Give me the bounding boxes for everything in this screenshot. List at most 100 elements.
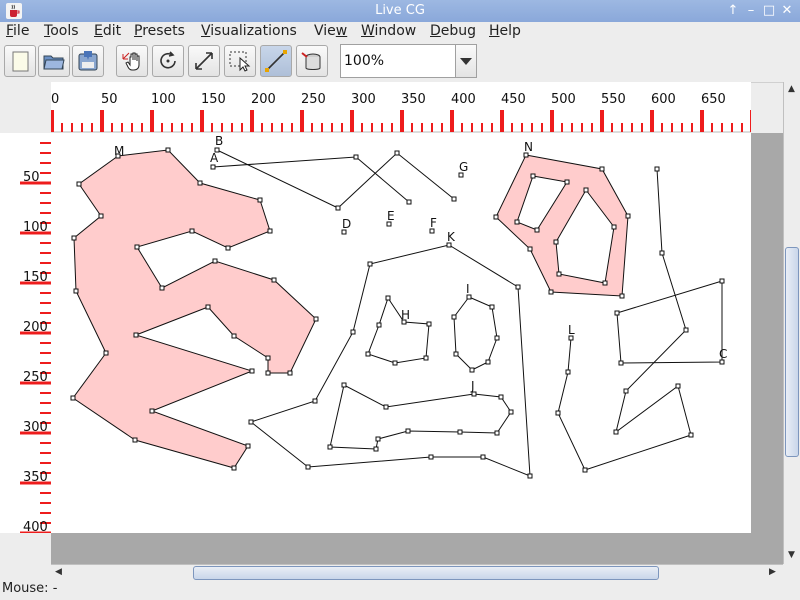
scroll-right-icon[interactable]: ▶ [769, 567, 776, 577]
vertex-handle[interactable] [365, 351, 371, 357]
vertex-handle[interactable] [619, 293, 625, 299]
vertex-handle[interactable] [248, 419, 254, 425]
polygon-M[interactable] [72, 149, 317, 469]
vertex-handle[interactable] [688, 432, 694, 438]
vertex-handle[interactable] [249, 368, 255, 374]
vertex-handle[interactable] [132, 437, 138, 443]
vertex-handle[interactable] [376, 322, 382, 328]
vertex-handle[interactable] [245, 443, 251, 449]
vertex-handle[interactable] [265, 355, 271, 361]
vertex-handle[interactable] [257, 197, 263, 203]
up-arrow-icon[interactable]: ↑ [725, 3, 741, 19]
vertex-handle[interactable] [287, 370, 293, 376]
vertex-handle[interactable] [555, 410, 561, 416]
scroll-up-icon[interactable]: ▲ [788, 84, 795, 94]
vertex-handle[interactable] [231, 465, 237, 471]
vertex-handle[interactable] [350, 329, 356, 335]
vertex-handle[interactable] [312, 398, 318, 404]
vertex-handle[interactable] [602, 280, 608, 286]
vertex-handle[interactable] [212, 258, 218, 264]
menu-file[interactable]: File [6, 23, 29, 39]
vertex-handle[interactable] [406, 199, 412, 205]
zoom-combobox[interactable]: 100% [340, 44, 477, 78]
vertex-handle[interactable] [335, 205, 341, 211]
vertex-handle[interactable] [564, 179, 570, 185]
vertex-handle[interactable] [373, 446, 379, 452]
vertex-handle[interactable] [392, 360, 398, 366]
vertex-handle[interactable] [625, 213, 631, 219]
vertex-handle[interactable] [165, 147, 171, 153]
vertex-handle[interactable] [508, 409, 514, 415]
polyline-H[interactable] [367, 297, 430, 364]
vertex-handle[interactable] [231, 333, 237, 339]
polygon-N[interactable] [495, 154, 629, 297]
maximize-icon[interactable]: □ [761, 3, 777, 19]
vertical-scrollbar[interactable]: ▲ ▼ [783, 82, 800, 564]
vertex-handle[interactable] [189, 228, 195, 234]
vertex-handle[interactable] [582, 467, 588, 473]
vertex-handle[interactable] [675, 383, 681, 389]
menu-tools[interactable]: Tools [44, 23, 79, 39]
vertex-handle[interactable] [469, 367, 475, 373]
vertex-handle[interactable] [405, 428, 411, 434]
menu-help[interactable]: Help [489, 23, 521, 39]
select-button[interactable] [224, 45, 256, 77]
close-icon[interactable]: ✕ [779, 3, 795, 19]
vertex-handle[interactable] [423, 355, 429, 361]
title-bar[interactable]: Live CG ↑ – □ ✕ [0, 0, 800, 22]
vertex-handle[interactable] [719, 278, 725, 284]
vertex-handle[interactable] [197, 180, 203, 186]
vertex-handle[interactable] [485, 359, 491, 365]
menu-visualizations[interactable]: Visualizations [201, 23, 297, 39]
vertex-handle[interactable] [451, 314, 457, 320]
move-button[interactable] [116, 45, 148, 77]
vertex-handle[interactable] [149, 408, 155, 414]
vertical-scroll-thumb[interactable] [785, 247, 799, 457]
vertex-handle[interactable] [654, 166, 660, 172]
polyline-J[interactable] [329, 384, 512, 450]
vertex-handle[interactable] [210, 164, 216, 170]
vertex-handle[interactable] [534, 227, 540, 233]
vertex-handle[interactable] [134, 244, 140, 250]
vertex-handle[interactable] [489, 304, 495, 310]
vertex-handle[interactable] [613, 429, 619, 435]
vertex-handle[interactable] [133, 332, 139, 338]
vertex-handle[interactable] [76, 181, 82, 187]
vertex-handle[interactable] [583, 187, 589, 193]
menu-view[interactable]: View [314, 23, 347, 39]
vertex-handle[interactable] [159, 285, 165, 291]
vertex-handle[interactable] [618, 360, 624, 366]
vertex-handle[interactable] [494, 335, 500, 341]
vertex-handle[interactable] [367, 261, 373, 267]
vertex-handle[interactable] [98, 213, 104, 219]
vertex-handle[interactable] [548, 289, 554, 295]
draw-line-button[interactable] [260, 45, 292, 77]
vertex-handle[interactable] [71, 235, 77, 241]
open-button[interactable] [38, 45, 70, 77]
drawing-canvas[interactable]: M BA D E F G N K H I J L C [51, 133, 751, 533]
vertex-handle[interactable] [305, 464, 311, 470]
vertex-handle[interactable] [327, 444, 333, 450]
vertex-handle[interactable] [426, 321, 432, 327]
minimize-icon[interactable]: – [743, 3, 759, 19]
scroll-left-icon[interactable]: ◀ [55, 567, 62, 577]
vertex-handle[interactable] [225, 245, 231, 251]
vertex-handle[interactable] [353, 154, 359, 160]
vertex-handle[interactable] [498, 394, 504, 400]
vertex-handle[interactable] [527, 246, 533, 252]
scroll-down-icon[interactable]: ▼ [788, 550, 795, 560]
vertex-handle[interactable] [375, 436, 381, 442]
save-button[interactable] [72, 45, 104, 77]
vertex-handle[interactable] [70, 395, 76, 401]
vertex-handle[interactable] [267, 228, 273, 234]
vertex-handle[interactable] [265, 370, 271, 376]
vertex-handle[interactable] [514, 219, 520, 225]
vertex-handle[interactable] [611, 224, 617, 230]
scale-button[interactable] [188, 45, 220, 77]
menu-window[interactable]: Window [361, 23, 416, 39]
vertex-handle[interactable] [659, 250, 665, 256]
chevron-down-icon[interactable] [455, 45, 476, 77]
vertex-handle[interactable] [428, 454, 434, 460]
vertex-handle[interactable] [527, 473, 533, 479]
vertex-handle[interactable] [205, 304, 211, 310]
